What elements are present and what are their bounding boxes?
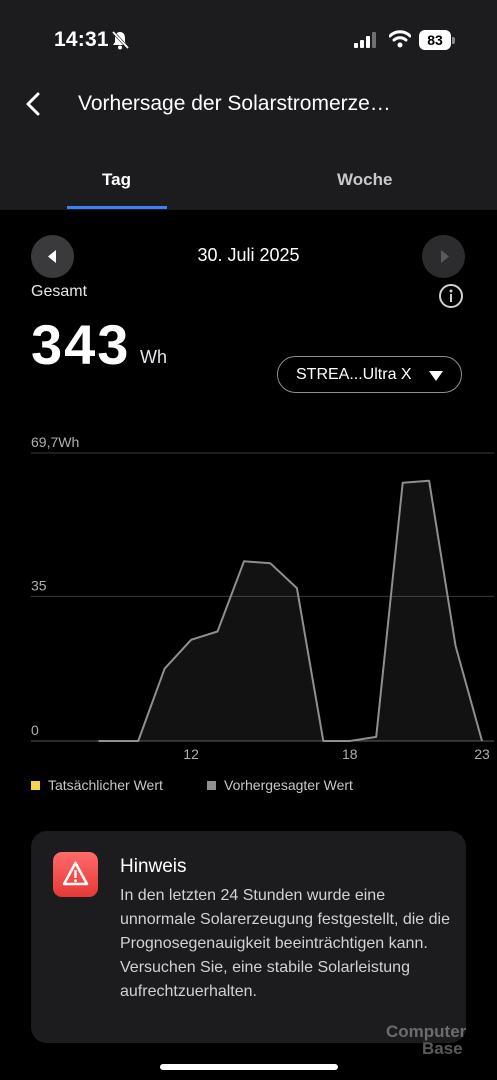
total-value: 343 xyxy=(31,313,131,376)
app-header: Vorhersage der Solarstromerze… Tag Woche xyxy=(0,80,497,210)
device-dropdown-label: STREA...Ultra X xyxy=(296,366,412,383)
chevron-down-icon xyxy=(429,371,443,381)
device-dropdown[interactable]: STREA...Ultra X xyxy=(277,356,462,393)
y-tick-label: 69,7Wh xyxy=(31,434,79,450)
x-tick-label: 18 xyxy=(342,746,358,762)
warning-icon xyxy=(53,852,98,897)
legend-label-predicted: Vorhergesagter Wert xyxy=(224,777,353,793)
notice-card: Hinweis In den letzten 24 Stunden wurde … xyxy=(31,831,466,1043)
home-indicator[interactable] xyxy=(160,1064,338,1070)
back-arrow-icon[interactable] xyxy=(20,90,50,120)
wifi-icon xyxy=(389,30,411,48)
x-tick-label: 23 xyxy=(474,746,490,762)
forecast-chart: 69,7Wh 35 0 12 18 23 xyxy=(31,434,494,762)
x-tick-label: 12 xyxy=(183,746,199,762)
y-tick-label: 35 xyxy=(31,577,47,593)
y-tick-label: 0 xyxy=(31,722,39,738)
watermark-logo: Computer Base xyxy=(386,1022,467,1058)
page-title: Vorhersage der Solarstromerze… xyxy=(78,92,391,115)
legend-item-actual: Tatsächlicher Wert xyxy=(31,777,163,793)
legend-swatch-predicted xyxy=(207,781,216,790)
bell-muted-icon xyxy=(111,30,129,50)
status-time: 14:31 xyxy=(54,28,109,51)
battery-tip xyxy=(452,37,455,44)
tab-day[interactable]: Tag xyxy=(102,170,131,190)
active-tab-indicator xyxy=(67,206,167,209)
battery-indicator: 83 xyxy=(419,30,451,50)
legend-swatch-actual xyxy=(31,781,40,790)
legend-label-actual: Tatsächlicher Wert xyxy=(48,777,163,793)
total-unit: Wh xyxy=(140,347,167,367)
total-label: Gesamt xyxy=(31,283,88,300)
cellular-signal-icon xyxy=(354,32,376,48)
legend-item-predicted: Vorhergesagter Wert xyxy=(207,777,353,793)
notice-title: Hinweis xyxy=(120,856,187,877)
notice-body: In den letzten 24 Stunden wurde eine unn… xyxy=(120,887,450,1000)
info-icon[interactable] xyxy=(438,283,464,309)
next-day-button[interactable] xyxy=(422,235,465,278)
status-bar: 14:31 83 xyxy=(0,0,497,80)
tab-week[interactable]: Woche xyxy=(337,170,392,190)
series-area xyxy=(98,480,482,741)
caret-right-icon xyxy=(441,250,449,263)
